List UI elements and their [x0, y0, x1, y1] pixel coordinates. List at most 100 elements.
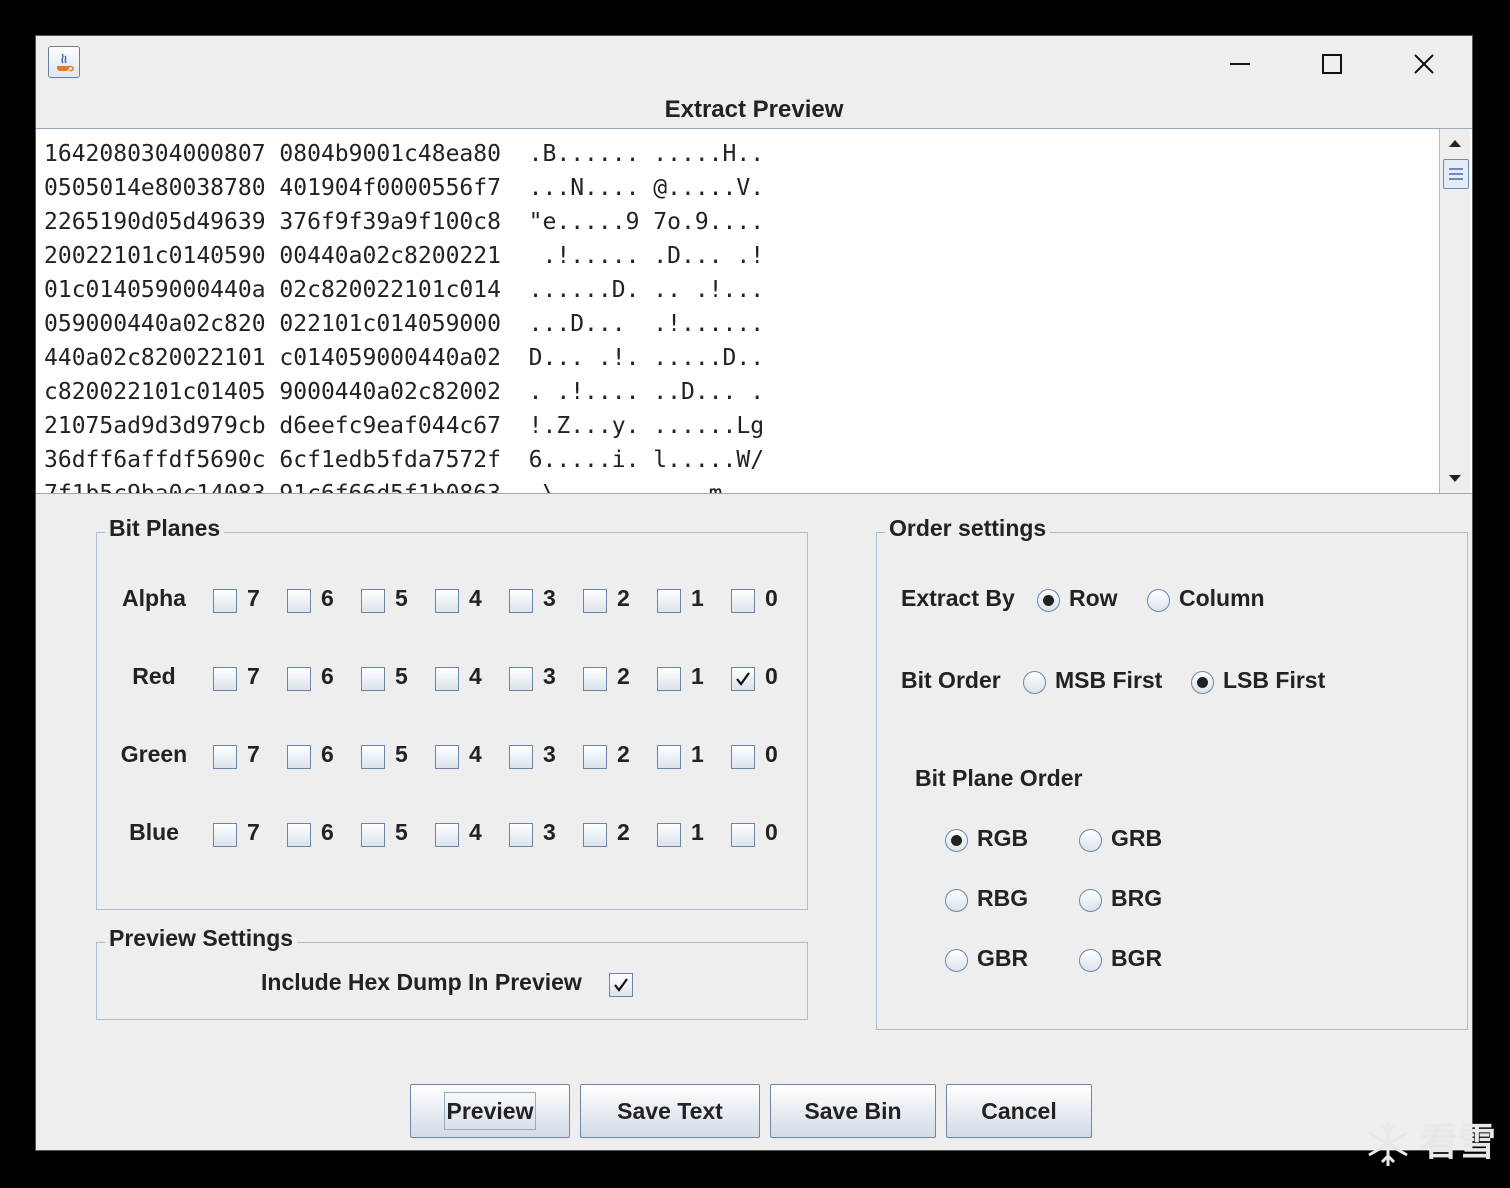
checkbox-red-3[interactable]: [509, 667, 533, 691]
checkbox-blue-6[interactable]: [287, 823, 311, 847]
scroll-up-button[interactable]: [1441, 131, 1469, 155]
checkbox-green-3[interactable]: [509, 745, 533, 769]
extract-by-row-radio[interactable]: [1037, 589, 1060, 612]
maximize-button[interactable]: [1302, 44, 1362, 84]
scroll-down-button[interactable]: [1441, 467, 1469, 491]
bit-order-label: Bit Order: [901, 667, 1001, 693]
title-bar[interactable]: [36, 36, 1472, 92]
rgb-label[interactable]: RGB: [977, 825, 1028, 852]
bit-label: 0: [765, 819, 778, 845]
checkbox-red-1[interactable]: [657, 667, 681, 691]
hex-line: 01c014059000440a 02c820022101c014 ......…: [44, 277, 765, 303]
checkbox-green-2[interactable]: [583, 745, 607, 769]
checkbox-green-7[interactable]: [213, 745, 237, 769]
checkbox-blue-3[interactable]: [509, 823, 533, 847]
msb-first-radio[interactable]: [1023, 671, 1046, 694]
hex-line: c820022101c01405 9000440a02c82002 . .!..…: [44, 379, 765, 405]
checkbox-green-0[interactable]: [731, 745, 755, 769]
checkbox-blue-7[interactable]: [213, 823, 237, 847]
minimize-button[interactable]: [1210, 44, 1270, 84]
bit-label: 6: [321, 663, 334, 689]
checkbox-alpha-5[interactable]: [361, 589, 385, 613]
brg-radio[interactable]: [1079, 889, 1102, 912]
msb-first-label[interactable]: MSB First: [1055, 667, 1162, 694]
bit-label: 5: [395, 819, 408, 845]
checkbox-blue-4[interactable]: [435, 823, 459, 847]
save-text-button[interactable]: Save Text: [580, 1084, 760, 1138]
save-bin-button[interactable]: Save Bin: [770, 1084, 936, 1138]
bit-row-label-alpha: Alpha: [122, 585, 186, 611]
grb-radio[interactable]: [1079, 829, 1102, 852]
checkbox-blue-2[interactable]: [583, 823, 607, 847]
gbr-radio[interactable]: [945, 949, 968, 972]
checkbox-green-6[interactable]: [287, 745, 311, 769]
bgr-radio[interactable]: [1079, 949, 1102, 972]
hex-line: 059000440a02c820 022101c014059000 ...D..…: [44, 311, 765, 337]
preview-button[interactable]: Preview: [410, 1084, 570, 1138]
rbg-radio[interactable]: [945, 889, 968, 912]
checkbox-alpha-7[interactable]: [213, 589, 237, 613]
rbg-label[interactable]: RBG: [977, 885, 1028, 912]
bgr-label[interactable]: BGR: [1111, 945, 1162, 972]
preview-settings-title: Preview Settings: [105, 925, 298, 952]
bit-label: 1: [691, 741, 704, 767]
bit-label: 3: [543, 819, 556, 845]
checkbox-blue-1[interactable]: [657, 823, 681, 847]
checkbox-red-0[interactable]: [731, 667, 755, 691]
cancel-button[interactable]: Cancel: [946, 1084, 1092, 1138]
preview-title: Extract Preview: [664, 96, 844, 123]
gbr-label[interactable]: GBR: [977, 945, 1028, 972]
checkbox-blue-5[interactable]: [361, 823, 385, 847]
bit-label: 5: [395, 741, 408, 767]
lsb-first-label[interactable]: LSB First: [1223, 667, 1325, 694]
extract-by-label: Extract By: [901, 585, 1015, 611]
snowflake-icon: [1368, 1122, 1408, 1166]
bit-label: 7: [247, 741, 260, 767]
checkbox-blue-0[interactable]: [731, 823, 755, 847]
bit-row-label-blue: Blue: [129, 819, 179, 845]
close-icon: [1414, 54, 1434, 74]
bit-label: 1: [691, 819, 704, 845]
rgb-radio[interactable]: [945, 829, 968, 852]
vertical-scrollbar[interactable]: [1439, 129, 1470, 493]
hex-line: 0505014e80038780 401904f0000556f7 ...N..…: [44, 175, 765, 201]
minimize-icon: [1230, 63, 1250, 65]
grb-label[interactable]: GRB: [1111, 825, 1162, 852]
bit-label: 2: [617, 741, 630, 767]
extract-by-column-radio[interactable]: [1147, 589, 1170, 612]
bit-label: 3: [543, 663, 556, 689]
maximize-icon: [1322, 54, 1342, 74]
checkbox-red-4[interactable]: [435, 667, 459, 691]
bit-label: 5: [395, 663, 408, 689]
close-button[interactable]: [1394, 44, 1454, 84]
brg-label[interactable]: BRG: [1111, 885, 1162, 912]
extract-by-column-label[interactable]: Column: [1179, 585, 1265, 612]
extract-by-row-label[interactable]: Row: [1069, 585, 1118, 612]
checkbox-alpha-2[interactable]: [583, 589, 607, 613]
checkbox-alpha-4[interactable]: [435, 589, 459, 613]
bit-label: 4: [469, 741, 482, 767]
bit-row-label-green: Green: [120, 741, 188, 767]
extract-preview-window: Extract Preview 1642080304000807 0804b90…: [36, 36, 1472, 1150]
preview-button-label: Preview: [443, 1092, 537, 1130]
checkbox-red-7[interactable]: [213, 667, 237, 691]
checkbox-red-6[interactable]: [287, 667, 311, 691]
checkbox-alpha-3[interactable]: [509, 589, 533, 613]
checkbox-alpha-1[interactable]: [657, 589, 681, 613]
bit-label: 4: [469, 819, 482, 845]
hex-preview-area[interactable]: 1642080304000807 0804b9001c48ea80 .B....…: [36, 128, 1472, 494]
bit-label: 2: [617, 663, 630, 689]
checkbox-green-4[interactable]: [435, 745, 459, 769]
checkbox-red-2[interactable]: [583, 667, 607, 691]
checkbox-red-5[interactable]: [361, 667, 385, 691]
lsb-first-radio[interactable]: [1191, 671, 1214, 694]
arrow-down-icon: [1449, 475, 1461, 482]
checkbox-green-5[interactable]: [361, 745, 385, 769]
watermark-text: 看雪: [1419, 1119, 1496, 1164]
scroll-thumb[interactable]: [1443, 159, 1469, 189]
hex-dump-checkbox[interactable]: [609, 973, 633, 997]
checkbox-green-1[interactable]: [657, 745, 681, 769]
bit-planes-group: Bit Planes Alpha 7 6 5 4 3 2 1 0 Red 7 6 5 4 3 2 1 0 Green…: [96, 515, 808, 910]
checkbox-alpha-6[interactable]: [287, 589, 311, 613]
checkbox-alpha-0[interactable]: [731, 589, 755, 613]
